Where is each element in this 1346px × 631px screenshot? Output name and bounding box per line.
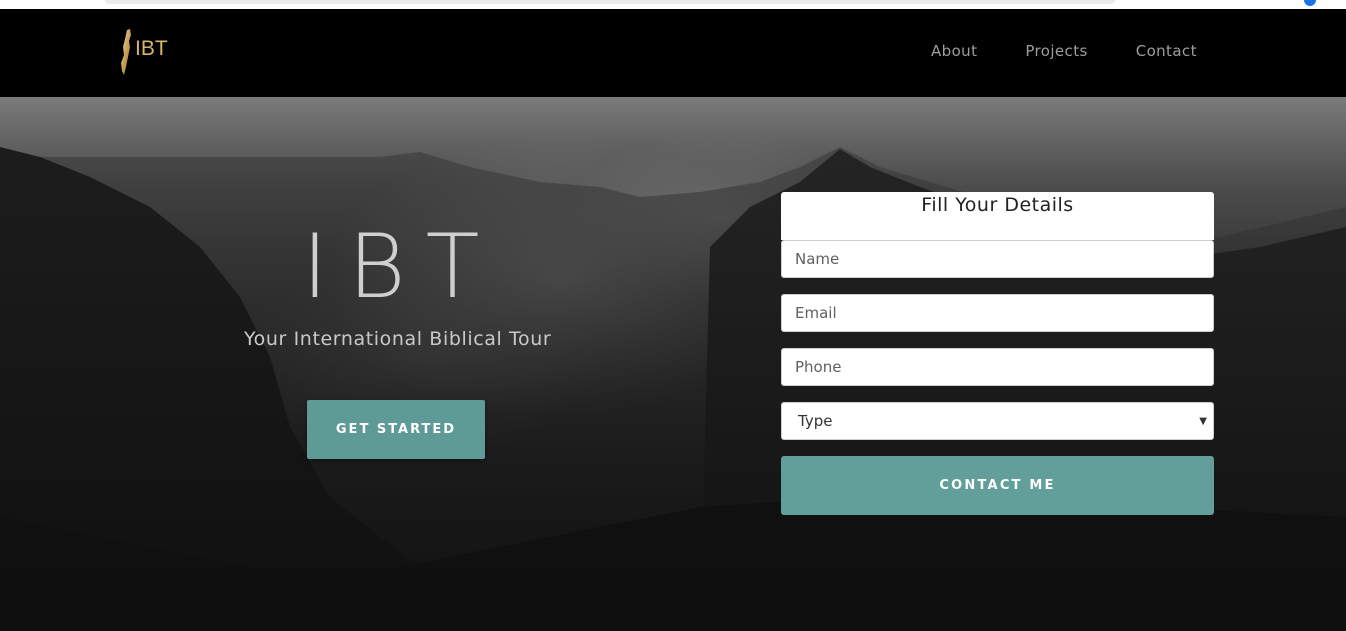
profile-dot-icon xyxy=(1304,0,1316,6)
get-started-button[interactable]: GET STARTED xyxy=(307,400,485,459)
contact-me-button[interactable]: CONTACT ME xyxy=(781,456,1214,515)
caret-down-icon: ▼ xyxy=(1199,415,1207,427)
name-input[interactable] xyxy=(781,240,1214,278)
type-select[interactable]: Type ▼ xyxy=(781,402,1214,440)
hero-subtitle: Your International Biblical Tour xyxy=(244,328,552,350)
nav-about-link[interactable]: About xyxy=(931,42,977,60)
form-title: Fill Your Details xyxy=(921,194,1074,216)
hero-section: IBT Your International Biblical Tour GET… xyxy=(0,97,1346,631)
navbar: IBT About Projects Contact xyxy=(0,9,1346,97)
logo[interactable]: IBT xyxy=(118,27,178,79)
address-bar-edge xyxy=(105,0,1115,4)
hero-title: IBT xyxy=(302,215,500,318)
email-input[interactable] xyxy=(781,294,1214,332)
contact-form: Fill Your Details Type ▼ CONTACT ME xyxy=(781,192,1214,515)
type-select-value: Type xyxy=(798,412,833,430)
nav-projects-link[interactable]: Projects xyxy=(1025,42,1087,60)
logo-text: IBT xyxy=(135,37,168,60)
nav-contact-link[interactable]: Contact xyxy=(1136,42,1197,60)
phone-input[interactable] xyxy=(781,348,1214,386)
nav-menu: About Projects Contact xyxy=(931,42,1197,60)
form-header: Fill Your Details xyxy=(781,192,1214,240)
browser-top-strip xyxy=(0,0,1346,9)
